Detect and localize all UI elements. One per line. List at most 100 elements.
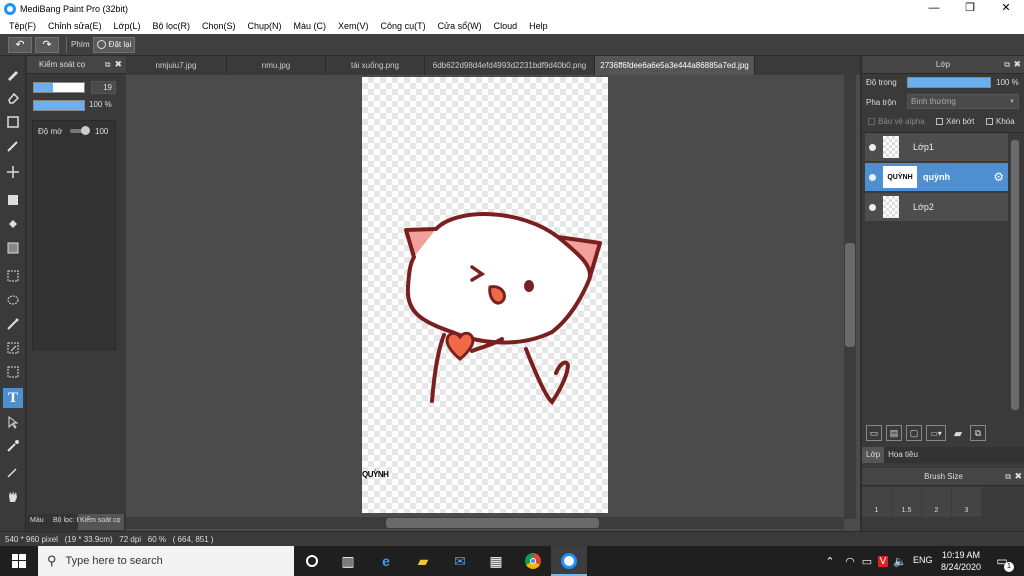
layer-row-lop2[interactable]: Lớp2	[865, 193, 1008, 222]
canvas-text-layer[interactable]: QUỲNH	[362, 470, 389, 479]
gradient-tool-icon[interactable]	[3, 238, 23, 258]
lasso-tool-icon[interactable]	[3, 290, 23, 310]
tab-doc-2[interactable]: nmu.jpg	[227, 56, 326, 75]
move-tool-icon[interactable]	[3, 162, 23, 182]
menu-layer[interactable]: Lớp(L)	[108, 21, 147, 31]
tab-layers[interactable]: Lớp	[862, 447, 885, 463]
close-button[interactable]: ✕	[988, 0, 1024, 17]
visibility-eye-icon[interactable]	[869, 143, 876, 151]
new-layer-icon[interactable]: ▭	[866, 425, 882, 441]
undo-button[interactable]: ↶	[8, 36, 32, 53]
redo-button[interactable]: ↷	[35, 36, 59, 53]
language-indicator[interactable]: ENG	[913, 555, 933, 565]
layer-opacity-slider[interactable]	[907, 77, 991, 88]
eyedropper-tool-icon[interactable]	[3, 436, 23, 456]
hand-tool-icon[interactable]	[3, 486, 23, 506]
select-tool-icon[interactable]	[3, 266, 23, 286]
tab-brush-control[interactable]: Kiểm soát cọ	[78, 514, 124, 530]
menu-file[interactable]: Tệp(F)	[3, 21, 42, 31]
select-pen-icon[interactable]	[3, 338, 23, 358]
menu-edit[interactable]: Chỉnh sửa(E)	[42, 21, 108, 31]
menu-snap[interactable]: Chụp(N)	[242, 21, 288, 31]
layer-row-lop1[interactable]: Lớp1	[865, 133, 1008, 162]
brush-size-1[interactable]: 1	[862, 487, 892, 517]
magic-wand-icon[interactable]	[3, 314, 23, 334]
menu-view[interactable]: Xem(V)	[332, 21, 375, 31]
menu-select[interactable]: Chọn(S)	[196, 21, 242, 31]
menu-filter[interactable]: Bộ lọc(R)	[146, 21, 196, 31]
chrome-icon[interactable]	[523, 551, 543, 571]
reset-button[interactable]: Đặt lại	[92, 36, 136, 53]
brush-size-slider[interactable]	[33, 82, 85, 93]
tab-filter[interactable]: Bộ lọc: B...	[51, 514, 78, 530]
protect-alpha-checkbox[interactable]: Bảo vệ alpha	[868, 117, 925, 126]
minimize-button[interactable]: —	[916, 0, 952, 17]
brush-size-value[interactable]: 19	[91, 81, 116, 94]
bucket-tool-icon[interactable]	[3, 214, 23, 234]
horizontal-scroll-thumb[interactable]	[386, 518, 599, 528]
eraser-tool-icon[interactable]	[3, 88, 23, 108]
windows-start-icon[interactable]	[9, 551, 29, 571]
cortana-icon[interactable]	[302, 551, 322, 571]
blur-slider-handle[interactable]	[81, 126, 90, 135]
add-layer-dropdown-icon[interactable]: ▭▾	[926, 425, 946, 441]
volume-icon[interactable]: 🔈	[890, 551, 910, 571]
menu-window[interactable]: Cửa sổ(W)	[432, 21, 488, 31]
dropper-tool-icon[interactable]	[3, 462, 23, 482]
tab-doc-4[interactable]: 6db622d98d4efd4993d2231bdf9d40b0.png	[425, 56, 595, 75]
tab-color[interactable]: Màu	[27, 514, 51, 530]
fill-rect-tool-icon[interactable]	[3, 190, 23, 210]
close-panel-icon[interactable]: ✖	[1014, 471, 1022, 482]
visibility-eye-icon[interactable]	[869, 173, 876, 181]
chevron-up-icon[interactable]: ⌃	[820, 551, 840, 571]
menu-cloud[interactable]: Cloud	[488, 21, 524, 31]
popout-icon[interactable]: ⧉	[1004, 60, 1010, 70]
file-explorer-icon[interactable]: ▰	[413, 551, 433, 571]
visibility-eye-icon[interactable]	[869, 203, 876, 211]
popout-icon[interactable]: ⧉	[1005, 472, 1011, 482]
taskbar-search-box[interactable]: ⚲ Type here to search	[38, 546, 294, 576]
operation-tool-icon[interactable]	[3, 412, 23, 432]
layers-scrollbar[interactable]	[1010, 138, 1020, 412]
horizontal-scrollbar[interactable]	[126, 517, 844, 529]
select-eraser-icon[interactable]	[3, 362, 23, 382]
tab-doc-3[interactable]: tải xuống.png	[326, 56, 425, 75]
popout-icon[interactable]: ⧉	[105, 60, 111, 70]
clip-checkbox[interactable]: Xén bớt	[936, 117, 974, 126]
brush-size-2[interactable]: 2	[922, 487, 952, 517]
drawing-canvas[interactable]: QUỲNH	[362, 77, 608, 513]
close-panel-icon[interactable]: ✖	[1013, 59, 1021, 70]
brush-size-1-5[interactable]: 1.5	[892, 487, 922, 517]
text-tool-icon[interactable]: T	[3, 388, 23, 408]
layer-row-quynh[interactable]: QUỲNH quỳnh ⚙	[865, 163, 1008, 192]
brush-size-3[interactable]: 3	[952, 487, 982, 517]
gear-icon[interactable]: ⚙	[993, 170, 1004, 184]
brush-tool-icon[interactable]	[3, 64, 23, 84]
tab-navigator[interactable]: Hoa tiêu	[884, 447, 922, 463]
mail-icon[interactable]: ✉	[450, 551, 470, 571]
new-1bit-layer-icon[interactable]: ▢	[906, 425, 922, 441]
store-icon[interactable]: ▦	[486, 551, 506, 571]
tab-doc-5-active[interactable]: 2736ff6fdee6a6e5a3e444a86885a7ed.jpg	[595, 56, 755, 75]
lock-checkbox[interactable]: Khóa	[986, 117, 1015, 126]
vertical-scroll-thumb[interactable]	[845, 243, 855, 347]
vertical-scrollbar[interactable]	[844, 75, 856, 519]
menu-color[interactable]: Màu (C)	[288, 21, 333, 31]
dot-tool-icon[interactable]	[3, 112, 23, 132]
layers-scroll-thumb[interactable]	[1011, 140, 1019, 410]
pen-tool-icon[interactable]	[3, 136, 23, 156]
new-8bit-layer-icon[interactable]: ▤	[886, 425, 902, 441]
menu-tools[interactable]: Công cụ(T)	[375, 21, 432, 31]
folder-icon[interactable]: ▰	[950, 425, 966, 441]
duplicate-layer-icon[interactable]: ⧉	[970, 425, 986, 441]
tab-doc-1[interactable]: nmjuiu7.jpg	[126, 56, 227, 75]
blend-mode-select[interactable]: Bình thường ▼	[907, 94, 1019, 109]
clock[interactable]: 10:19 AM 8/24/2020	[937, 549, 985, 573]
task-view-icon[interactable]: ▥	[338, 551, 358, 571]
close-panel-icon[interactable]: ✖	[114, 59, 122, 70]
maximize-button[interactable]: ❐	[952, 0, 988, 17]
edge-browser-icon[interactable]: e	[376, 551, 396, 571]
medibang-taskbar-button[interactable]	[551, 546, 587, 576]
brush-opacity-slider[interactable]	[33, 100, 85, 111]
menu-help[interactable]: Help	[523, 21, 554, 31]
